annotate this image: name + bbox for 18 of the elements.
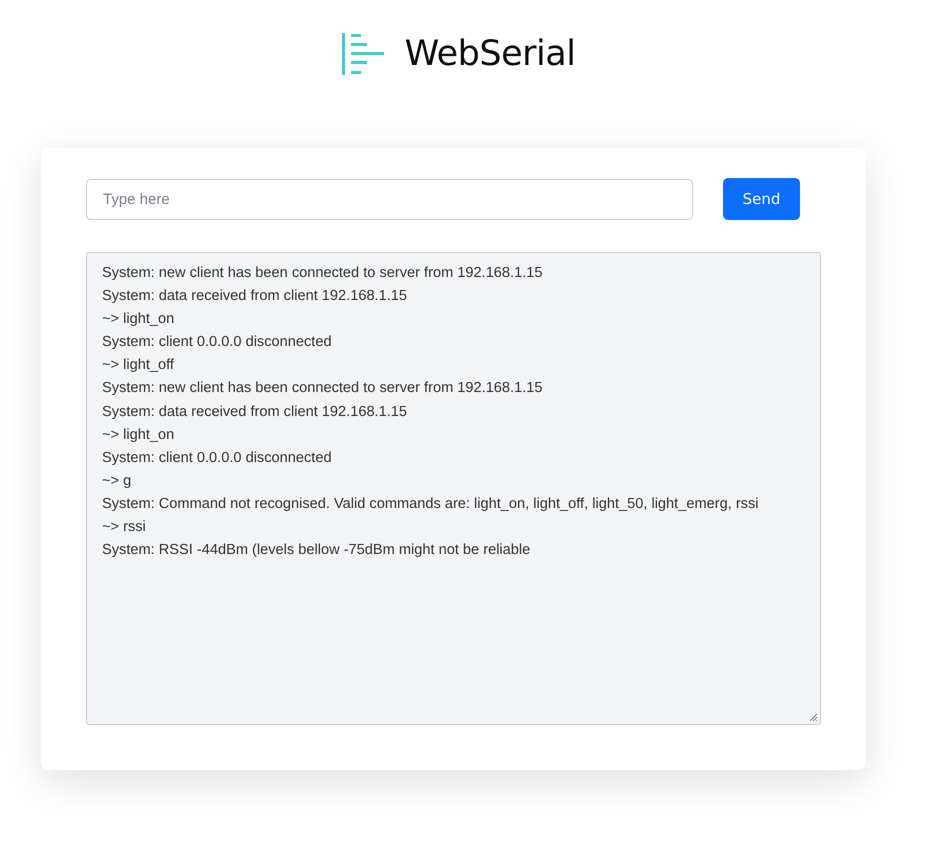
log-line: ~> light_on: [102, 310, 176, 330]
log-line: System: RSSI -44dBm (levels bellow -75dBm might not be reliable: [102, 541, 532, 560]
send-button[interactable]: Send: [723, 178, 800, 220]
brand-title: WebSerial: [404, 33, 576, 75]
log-line: ~> light_off: [102, 356, 175, 376]
log-line: ~> g: [102, 472, 132, 491]
log-line: ~> rssi: [102, 518, 147, 538]
log-line: ~> light_on: [102, 426, 176, 445]
resize-grip-icon[interactable]: [808, 712, 818, 722]
log-line: System: data received from client 192.168.1.15: [102, 402, 408, 422]
log-line: System: new client has been connected to server from 192.168.1.15: [102, 379, 544, 398]
log-line: System: client 0.0.0.0 disconnected: [102, 333, 333, 352]
log-line: System: Command not recognised. Valid commands are: light_on, light_off, light_50, light_emerg, rssi: [102, 494, 760, 514]
logo-icon: [342, 33, 384, 75]
log-line: System: new client has been connected to server from 192.168.1.15: [102, 264, 544, 283]
input-field[interactable]: Type here: [86, 178, 693, 220]
log-line: System: data received from client 192.168.1.15: [102, 287, 408, 306]
log-line: System: client 0.0.0.0 disconnected: [102, 448, 333, 468]
